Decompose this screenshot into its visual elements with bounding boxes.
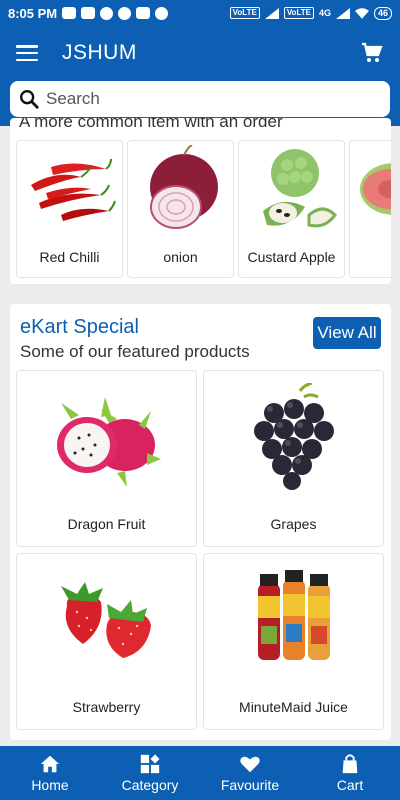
category-icon — [140, 754, 160, 774]
status-left: 8:05 PM — [8, 5, 169, 21]
product-card-minutemaid-juice[interactable]: MinuteMaid Juice — [203, 553, 384, 730]
app-bar: JSHUM — [0, 26, 400, 80]
sms-notification-icon — [118, 6, 132, 20]
messenger-notification-icon — [100, 6, 114, 20]
nav-favourite[interactable]: Favourite — [200, 746, 300, 800]
common-section-subtitle: A more common item with an order — [19, 118, 283, 131]
section-title: eKart Special — [20, 316, 139, 338]
paytm-notification-icon — [136, 7, 151, 19]
custard-apple-image — [263, 149, 337, 228]
battery-level: 46 — [373, 6, 392, 20]
product-card-guava[interactable]: G — [349, 140, 391, 278]
status-right: VoLTE VoLTE 4G 46 — [229, 6, 392, 20]
view-all-button[interactable]: View All — [313, 317, 381, 349]
common-items-card: A more common item with an order Red Chi… — [10, 118, 391, 284]
strawberry-image — [61, 582, 151, 658]
chat-notification-icon — [81, 7, 96, 19]
dragon-fruit-image — [57, 397, 161, 487]
section-subtitle: Some of our featured products — [20, 342, 250, 361]
wifi-icon — [354, 7, 369, 19]
product-card-dragon-fruit[interactable]: Dragon Fruit — [16, 370, 197, 547]
home-icon — [40, 755, 60, 773]
app-title: JSHUM — [62, 41, 137, 64]
ekart-special-card: eKart Special Some of our featured produ… — [10, 304, 391, 740]
featured-products-grid: Dragon Fruit Grapes Strawberry MinuteMai… — [16, 370, 384, 730]
nav-label: Cart — [336, 777, 364, 793]
product-label: Dragon Fruit — [67, 516, 146, 532]
grapes-image — [254, 383, 334, 490]
bottom-navigation: Home Category Favourite Cart — [0, 746, 400, 800]
signal-icon — [264, 7, 279, 19]
search-icon — [20, 90, 39, 109]
juice-bottles-image — [258, 570, 330, 660]
common-items-row[interactable]: Red Chilli onion Custard Apple — [16, 140, 391, 278]
network-type: 4G — [318, 8, 331, 18]
product-label: Custard Apple — [247, 249, 336, 265]
status-time: 8:05 PM — [8, 5, 58, 21]
product-card-grapes[interactable]: Grapes — [203, 370, 384, 547]
whatsapp-notification-icon — [155, 6, 169, 20]
heart-icon — [240, 756, 260, 773]
cart-icon[interactable] — [360, 41, 384, 65]
product-card-strawberry[interactable]: Strawberry — [16, 553, 197, 730]
product-label: onion — [163, 249, 198, 265]
red-chilli-image — [31, 158, 116, 221]
volte-icon: VoLTE — [229, 7, 260, 19]
product-label: Strawberry — [72, 699, 141, 715]
menu-icon[interactable] — [16, 45, 38, 61]
product-label: G — [350, 249, 391, 265]
nav-label: Home — [31, 777, 69, 793]
product-label: Red Chilli — [39, 249, 100, 265]
main-content[interactable]: A more common item with an order Red Chi… — [0, 118, 400, 746]
product-card-red-chilli[interactable]: Red Chilli — [16, 140, 123, 278]
product-label: MinuteMaid Juice — [239, 699, 348, 715]
product-label: Grapes — [270, 516, 317, 532]
nav-cart[interactable]: Cart — [300, 746, 400, 800]
nav-label: Favourite — [220, 777, 280, 793]
status-bar: 8:05 PM VoLTE VoLTE 4G 46 — [0, 0, 400, 26]
nav-category[interactable]: Category — [100, 746, 200, 800]
nav-label: Category — [121, 777, 179, 793]
search-input[interactable] — [46, 89, 366, 109]
shopping-bag-icon — [342, 754, 358, 774]
message-notification-icon — [62, 7, 77, 19]
product-card-custard-apple[interactable]: Custard Apple — [238, 140, 345, 278]
onion-image — [150, 145, 218, 229]
volte2-icon: VoLTE — [283, 7, 314, 19]
guava-image — [360, 163, 391, 215]
product-card-onion[interactable]: onion — [127, 140, 234, 278]
signal2-icon — [335, 7, 350, 19]
search-box[interactable] — [10, 81, 390, 117]
nav-home[interactable]: Home — [0, 746, 100, 800]
